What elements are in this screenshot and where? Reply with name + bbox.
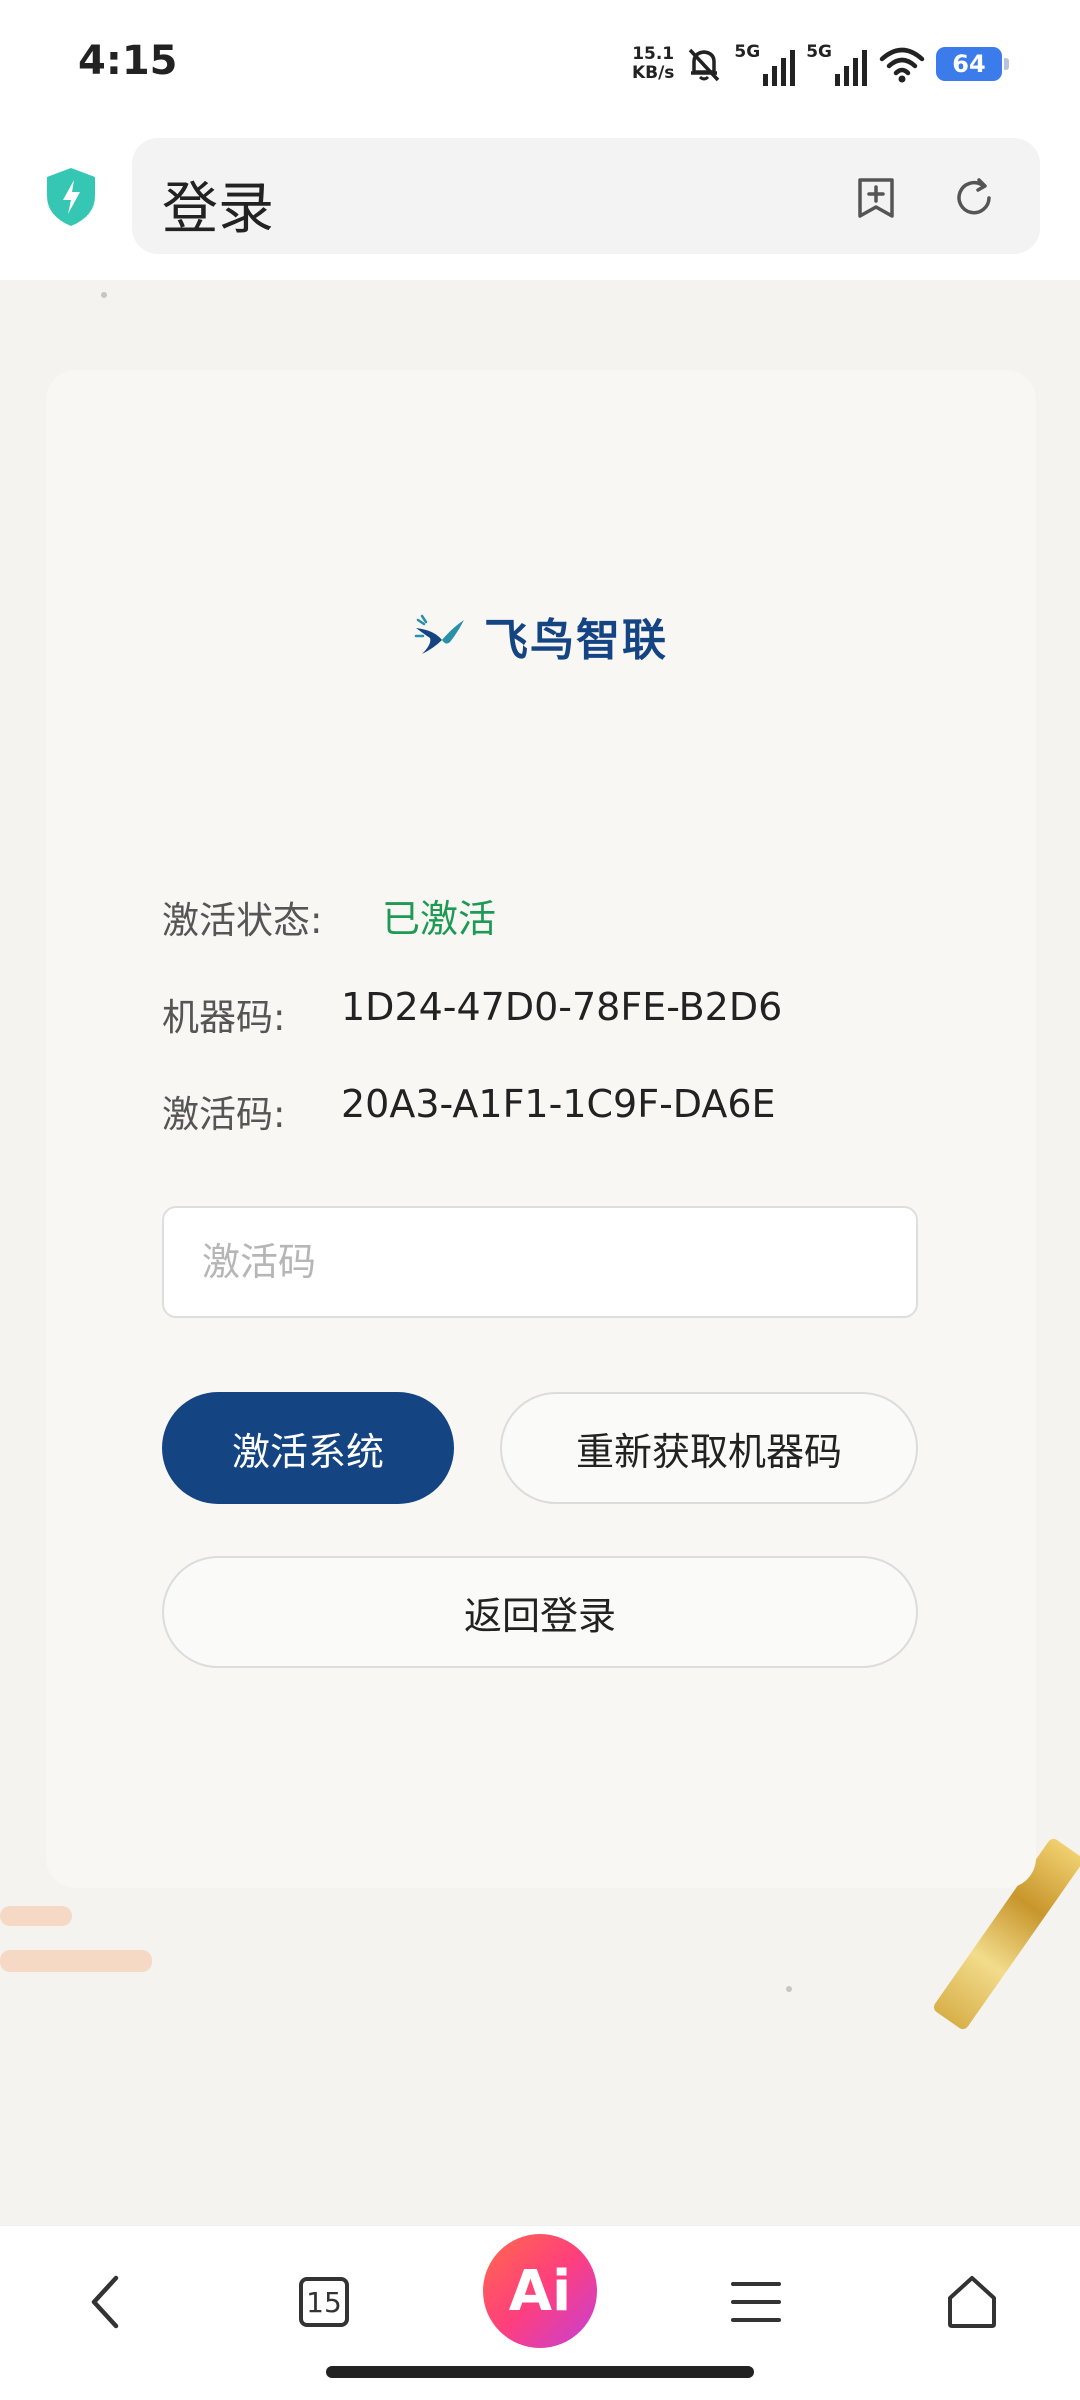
url-box[interactable]: 登录 [132, 138, 1040, 254]
network-speed: 15.1 KB/s [632, 45, 674, 83]
tab-count-icon: 15 [299, 2277, 349, 2327]
status-badge: 已激活 [382, 897, 497, 941]
ai-assistant-button[interactable]: Ai [483, 2234, 597, 2348]
signal-type-label: 5G [734, 42, 761, 62]
tabs-button[interactable]: 15 [284, 2262, 364, 2342]
brand-header: 飞鸟智联 [414, 604, 668, 668]
signal-type-label: 5G [806, 42, 832, 62]
refetch-machine-code-button[interactable]: 重新获取机器码 [500, 1392, 918, 1504]
bird-logo-icon [414, 614, 464, 654]
status-bar: 4:15 15.1 KB/s 5G 5G 64 [0, 0, 1080, 130]
wifi-icon [879, 47, 925, 83]
page-title[interactable]: 登录 [162, 164, 274, 245]
machine-code-value: 1D24-47D0-78FE-B2D6 [341, 985, 783, 1029]
status-icons: 15.1 KB/s 5G 5G 64 [632, 36, 1009, 92]
security-shield-icon[interactable] [44, 166, 98, 228]
decorative-orange-stroke [0, 1950, 152, 1972]
chevron-left-icon [91, 2275, 119, 2329]
menu-button[interactable] [716, 2262, 796, 2342]
menu-icon [731, 2282, 781, 2322]
machine-code-label: 机器码: [162, 996, 286, 1039]
cellular-signal-1: 5G [734, 42, 796, 86]
refresh-icon[interactable] [952, 176, 996, 220]
decorative-dot [101, 292, 107, 298]
gesture-home-indicator[interactable] [326, 2366, 754, 2378]
home-icon [948, 2276, 996, 2328]
cellular-signal-2: 5G [806, 42, 868, 86]
back-to-login-button[interactable]: 返回登录 [162, 1556, 918, 1668]
network-speed-unit: KB/s [631, 63, 675, 83]
activation-code-input[interactable] [162, 1206, 918, 1318]
bell-muted-icon [689, 48, 720, 82]
back-button[interactable] [66, 2262, 146, 2342]
status-time: 4:15 [78, 38, 178, 84]
bookmark-add-icon[interactable] [854, 176, 898, 220]
battery-indicator: 64 [936, 47, 1009, 81]
brand-name: 飞鸟智联 [484, 615, 668, 666]
home-button[interactable] [932, 2262, 1012, 2342]
decorative-orange-stroke [0, 1906, 72, 1926]
status-label: 激活状态: [162, 899, 323, 942]
activation-code-label: 激活码: [162, 1093, 286, 1136]
browser-address-bar: 登录 [0, 130, 1080, 280]
signal-bars-icon [835, 50, 867, 86]
activation-code-value: 20A3-A1F1-1C9F-DA6E [341, 1082, 776, 1126]
decorative-dot [786, 1986, 792, 1992]
signal-bars-icon [763, 50, 796, 86]
activate-system-button[interactable]: 激活系统 [162, 1392, 454, 1504]
network-speed-value: 15.1 [632, 44, 675, 64]
